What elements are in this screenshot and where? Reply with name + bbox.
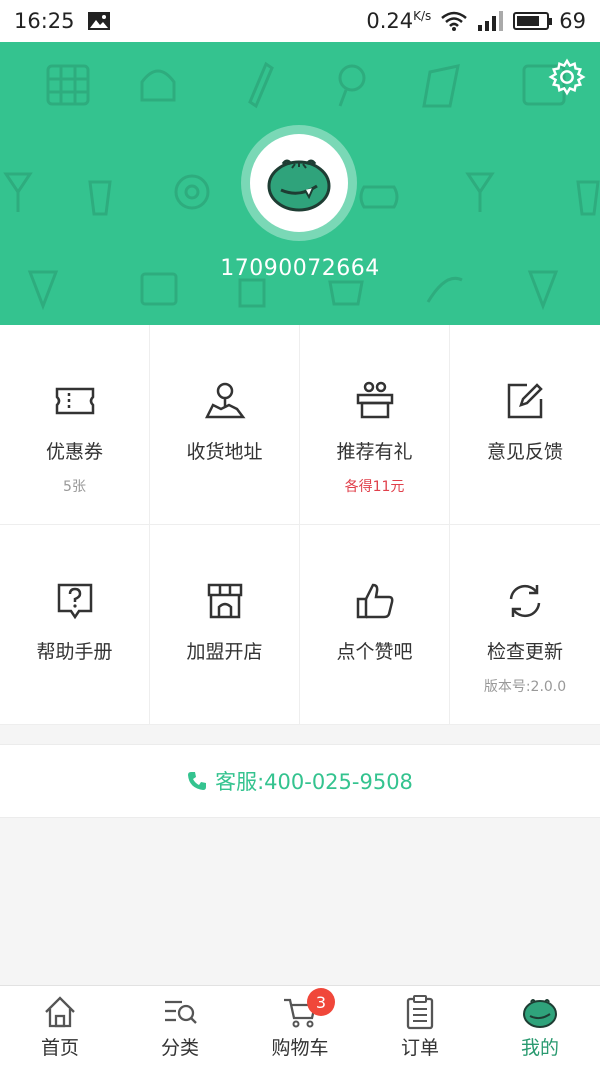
battery-level: 69 <box>559 9 586 33</box>
clipboard-icon <box>406 995 434 1030</box>
tab-orders[interactable]: 订单 <box>360 986 480 1067</box>
referral-reward: 各得11元 <box>344 479 405 495</box>
tab-label: 我的 <box>520 1037 559 1059</box>
avatar[interactable] <box>241 125 357 241</box>
network-speed: 0.24K/s <box>366 9 432 33</box>
category-search-icon <box>165 1000 197 1024</box>
settings-gear-icon[interactable] <box>548 58 586 96</box>
grid-label: 意见反馈 <box>486 441 563 463</box>
phone-icon <box>188 772 207 790</box>
grid-item-check-update[interactable]: 检查更新 版本号:2.0.0 <box>450 525 600 725</box>
grid-label: 推荐有礼 <box>336 441 413 463</box>
user-phone-number: 17090072664 <box>220 256 380 281</box>
signal-icon <box>478 11 504 31</box>
mascot-icon <box>267 159 331 212</box>
refresh-icon <box>509 584 541 618</box>
customer-service-label: 客服:400-025-9508 <box>215 770 413 794</box>
status-time: 16:25 <box>14 9 75 33</box>
image-icon <box>87 12 110 30</box>
edit-icon <box>507 383 543 419</box>
store-icon <box>207 583 242 619</box>
function-grid: 优惠券 5张 收货地址 推荐有礼 各得11元 意见反馈 帮助手册 加盟开店 点个… <box>0 325 600 725</box>
grid-label: 检查更新 <box>486 641 563 663</box>
grid-label: 帮助手册 <box>36 641 113 663</box>
grid-label: 点个赞吧 <box>336 641 413 663</box>
gift-icon <box>356 381 393 419</box>
tab-label: 首页 <box>40 1037 79 1059</box>
grid-item-help[interactable]: 帮助手册 <box>0 525 150 725</box>
tab-category[interactable]: 分类 <box>120 986 240 1067</box>
tab-home[interactable]: 首页 <box>0 986 120 1067</box>
thumbs-up-icon <box>356 583 393 619</box>
grid-label: 加盟开店 <box>186 641 263 663</box>
tab-label: 购物车 <box>271 1037 329 1059</box>
coupon-count: 5张 <box>63 479 86 495</box>
tab-label: 分类 <box>160 1037 199 1059</box>
grid-item-feedback[interactable]: 意见反馈 <box>450 325 600 525</box>
profile-mascot-icon <box>523 999 557 1028</box>
customer-service-button[interactable]: 客服:400-025-9508 <box>0 744 600 818</box>
tab-cart[interactable]: 3 购物车 <box>240 986 360 1067</box>
tab-mine[interactable]: 我的 <box>480 986 600 1067</box>
grid-label: 收货地址 <box>186 441 263 463</box>
bottom-tab-bar: 首页 分类 3 购物车 订单 我的 <box>0 985 600 1067</box>
home-icon <box>45 996 75 1028</box>
map-pin-icon <box>204 382 245 419</box>
grid-item-like[interactable]: 点个赞吧 <box>300 525 450 725</box>
battery-icon <box>513 12 553 30</box>
help-icon <box>57 583 92 620</box>
grid-item-referral[interactable]: 推荐有礼 各得11元 <box>300 325 450 525</box>
grid-label: 优惠券 <box>45 441 103 463</box>
grid-item-address[interactable]: 收货地址 <box>150 325 300 525</box>
cart-badge: 3 <box>307 988 335 1016</box>
tab-label: 订单 <box>400 1037 439 1059</box>
version-number: 版本号:2.0.0 <box>483 679 567 695</box>
ticket-icon <box>55 387 94 415</box>
status-bar: 16:25 0.24K/s 69 <box>0 0 600 42</box>
grid-item-franchise[interactable]: 加盟开店 <box>150 525 300 725</box>
profile-header: 17090072664 <box>0 42 600 325</box>
grid-item-coupons[interactable]: 优惠券 5张 <box>0 325 150 525</box>
wifi-icon <box>441 11 468 31</box>
